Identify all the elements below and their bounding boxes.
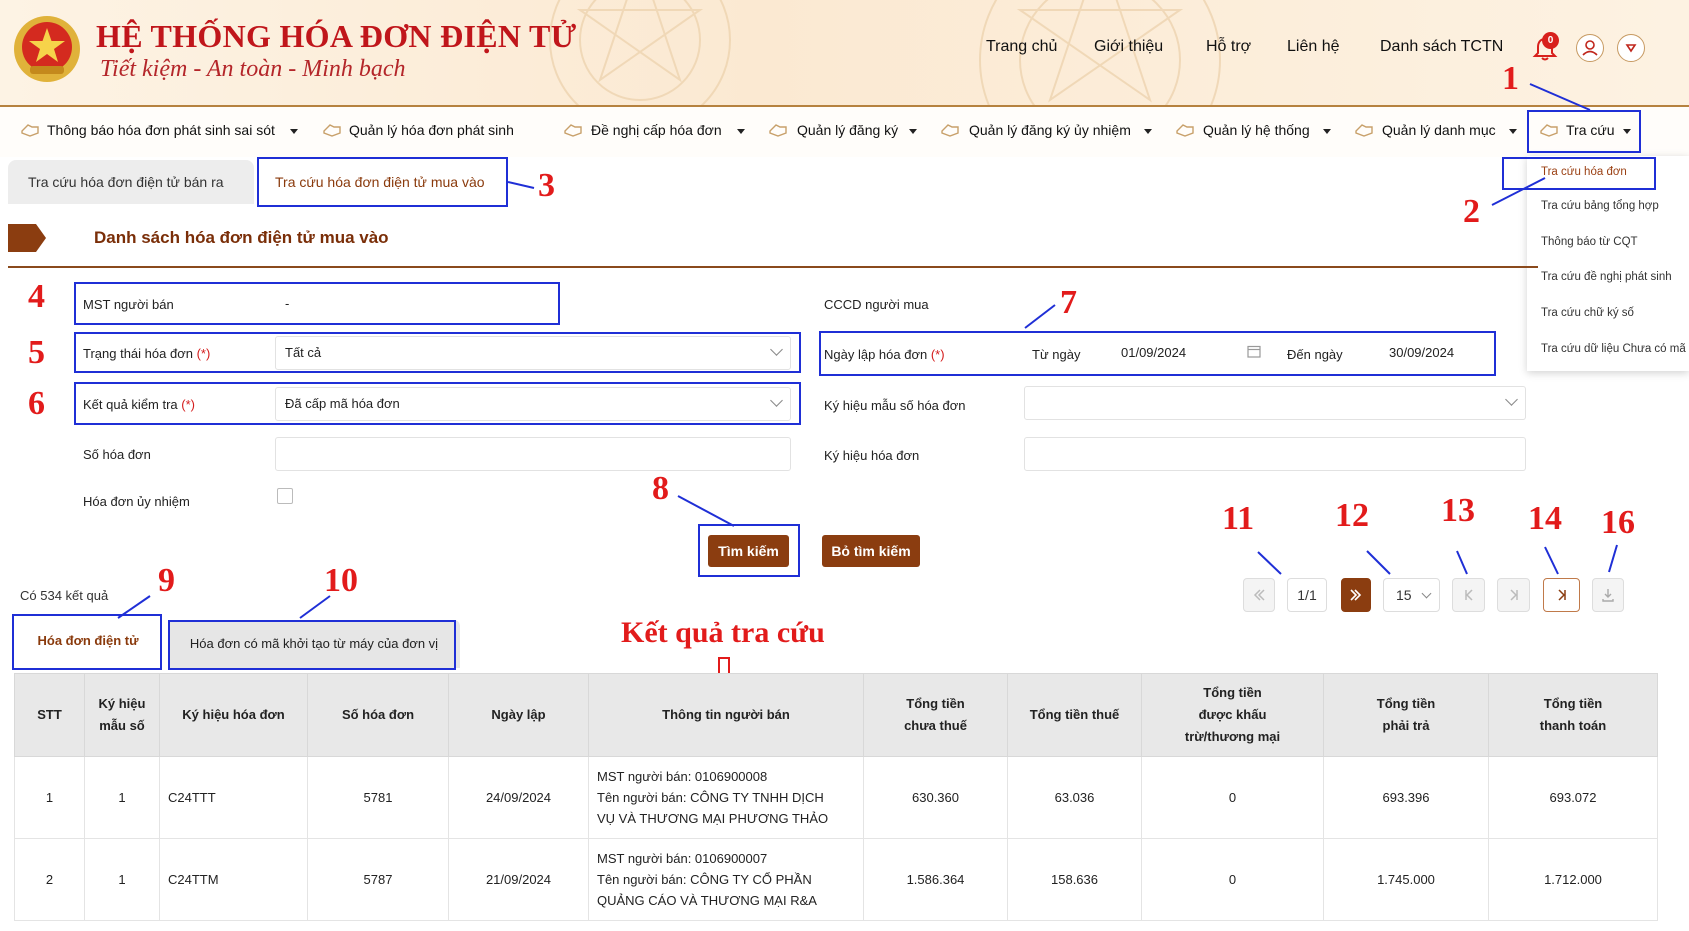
annotation-6: 6 (28, 385, 45, 422)
annotation-8: 8 (652, 470, 669, 507)
annotation-9: 9 (158, 562, 175, 599)
annotation-1: 1 (1502, 60, 1519, 97)
annotation-16: 16 (1601, 504, 1635, 541)
annotation-3: 3 (538, 167, 555, 204)
annotation-leader-lines (117, 83, 1618, 619)
annotation-12: 12 (1335, 497, 1369, 534)
annotation-5: 5 (28, 334, 45, 371)
annotation-13: 13 (1441, 492, 1475, 529)
annotation-2: 2 (1463, 193, 1480, 230)
annotation-10: 10 (324, 562, 358, 599)
annotation-7: 7 (1060, 284, 1077, 321)
annotation-4: 4 (28, 278, 45, 315)
annotation-14: 14 (1528, 500, 1562, 537)
annotation-11: 11 (1222, 500, 1255, 537)
